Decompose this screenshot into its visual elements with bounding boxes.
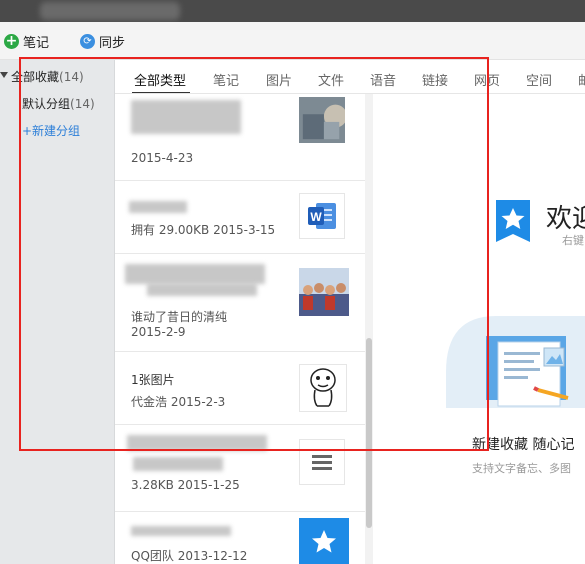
item-excerpt: 谁动了昔日的清纯: [131, 310, 228, 324]
sync-label: 同步: [99, 36, 126, 51]
list-item[interactable]: 谁动了昔日的清纯 2015-2-9: [115, 254, 365, 352]
blurred-title: [125, 264, 265, 284]
blurred-title: [147, 284, 257, 296]
favorites-logo-icon: [496, 200, 530, 246]
blurred-title: [131, 100, 241, 134]
tab-space[interactable]: 空间: [526, 70, 552, 89]
blurred-title: [127, 435, 267, 451]
favorite-star-icon: [299, 518, 349, 564]
sidebar-item-count: (14): [59, 70, 84, 84]
scrollbar-thumb[interactable]: [366, 338, 372, 528]
text-file-icon: [299, 439, 345, 485]
blurred-title: [129, 201, 187, 213]
item-meta: 2015-2-9: [131, 325, 186, 339]
welcome-title: 欢迎: [546, 204, 585, 234]
welcome-subtitle: 右键: [562, 234, 584, 247]
tab-mail[interactable]: 邮: [578, 70, 585, 89]
list-item[interactable]: QQ团队 2013-12-12: [115, 512, 365, 564]
sync-button[interactable]: ⟳ 同步: [80, 32, 125, 51]
expand-triangle-icon[interactable]: [0, 72, 8, 78]
feature-title: 新建收藏 随心记: [472, 437, 575, 453]
list-item[interactable]: 1张图片 代金浩 2015-2-3: [115, 352, 365, 425]
item-meta: 2015-4-23: [131, 151, 194, 165]
list-item[interactable]: 拥有 29.00KB 2015-3-15 W: [115, 181, 365, 254]
tab-voice[interactable]: 语音: [370, 70, 396, 89]
new-note-button[interactable]: + 笔记: [4, 32, 49, 51]
group-photo-thumbnail: [299, 268, 349, 316]
tab-notes[interactable]: 笔记: [213, 70, 239, 89]
sidebar-item-all-favorites[interactable]: 全部收藏(14): [11, 68, 84, 85]
list-scrollbar[interactable]: [365, 94, 373, 564]
type-tabs: 全部类型 笔记 图片 文件 语音 链接 网页 空间 邮: [115, 60, 585, 94]
photo-thumbnail: [299, 96, 345, 144]
new-group-link[interactable]: +新建分组: [22, 122, 80, 139]
blurred-title: [133, 457, 223, 471]
blurred-window-title: [40, 2, 180, 20]
item-meta: 代金浩 2015-2-3: [131, 395, 226, 409]
feature-description: 支持文字备忘、多图: [472, 462, 571, 475]
welcome-panel: 欢迎 右键 新建收藏 随心记 支持文字备忘、多图: [374, 94, 585, 564]
sidebar-item-label: 全部收藏: [11, 70, 60, 84]
sticker-thumbnail: [299, 364, 347, 412]
sidebar: 全部收藏(14) 默认分组(14) +新建分组: [0, 60, 115, 564]
item-meta: 拥有 29.00KB 2015-3-15: [131, 223, 276, 237]
tab-all-types[interactable]: 全部类型: [134, 70, 186, 89]
tab-links[interactable]: 链接: [422, 70, 448, 89]
toolbar: + 笔记 ⟳ 同步: [0, 22, 585, 60]
note-illustration: [446, 312, 585, 412]
list-item[interactable]: 3.28KB 2015-1-25: [115, 425, 365, 512]
sync-icon: ⟳: [80, 34, 95, 49]
new-note-label: 笔记: [23, 36, 50, 51]
item-title: 1张图片: [131, 373, 175, 387]
item-meta: 3.28KB 2015-1-25: [131, 478, 240, 492]
tab-webpages[interactable]: 网页: [474, 70, 500, 89]
sidebar-item-label: 默认分组: [22, 97, 71, 111]
item-meta: QQ团队 2013-12-12: [131, 549, 248, 563]
blurred-title: [131, 526, 231, 536]
list-item[interactable]: 2015-4-23: [115, 94, 365, 181]
svg-text:W: W: [310, 210, 322, 224]
favorites-list: 2015-4-23 拥有 29.00KB 2015-3-15 W 谁动了昔日的清…: [115, 94, 373, 564]
sidebar-item-default-group[interactable]: 默认分组(14): [22, 95, 95, 112]
tab-files[interactable]: 文件: [318, 70, 344, 89]
plus-icon: +: [4, 33, 19, 49]
sidebar-item-count: (14): [70, 97, 95, 111]
word-document-icon: W: [299, 193, 345, 239]
window-titlebar: [0, 0, 585, 22]
tab-images[interactable]: 图片: [266, 70, 292, 89]
